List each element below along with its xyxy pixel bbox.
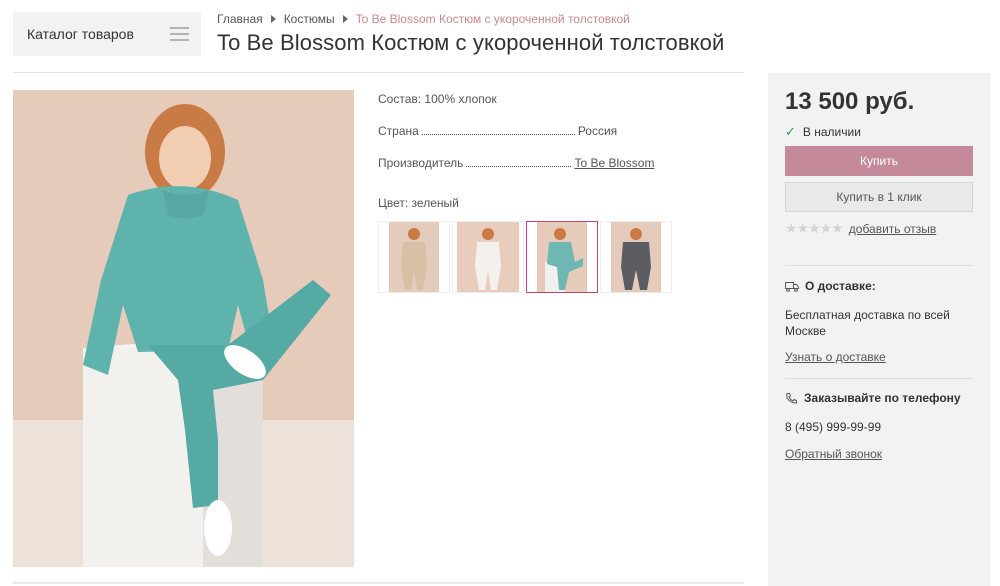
delivery-info-link[interactable]: Узнать о доставке (785, 350, 886, 364)
thumbnail-grey[interactable] (600, 221, 672, 293)
page-title: To Be Blossom Костюм с укороченной толст… (217, 30, 725, 55)
delivery-title-text: О доставке: (805, 279, 876, 293)
breadcrumb: Главная Костюмы To Be Blossom Костюм с у… (217, 12, 630, 26)
delivery-text: Бесплатная доставка по всей Москве (785, 308, 950, 338)
callback-link[interactable]: Обратный звонок (785, 447, 882, 461)
rating-row: ★★★★★ добавить отзыв (785, 220, 936, 237)
thumbnail-beige[interactable] (378, 221, 450, 293)
stock-status: ✓ В наличии (785, 124, 861, 140)
divider (13, 582, 744, 584)
buy-one-click-button[interactable]: Купить в 1 клик (785, 182, 973, 212)
thumbnail-grey-image (611, 222, 661, 292)
chevron-right-icon (342, 15, 348, 23)
add-review-link[interactable]: добавить отзыв (849, 222, 937, 236)
thumbnail-white-image (457, 222, 519, 292)
country-value: Россия (577, 124, 618, 138)
rating-stars-icon[interactable]: ★★★★★ (785, 220, 844, 237)
product-properties: Состав: 100% хлопок Страна Россия Произв… (378, 92, 678, 188)
catalog-button-label: Каталог товаров (27, 26, 134, 42)
maker-row: Производитель To Be Blossom (378, 156, 678, 188)
divider (13, 72, 744, 73)
phone-title: Заказывайте по телефону (785, 391, 961, 405)
thumbnail-green[interactable] (526, 221, 598, 293)
breadcrumb-current: To Be Blossom Костюм с укороченной толст… (355, 12, 630, 26)
chevron-right-icon (270, 15, 276, 23)
dotted-leader (466, 156, 572, 167)
catalog-button[interactable]: Каталог товаров (13, 12, 201, 56)
divider (785, 265, 973, 266)
dotted-leader (421, 124, 575, 135)
phone-title-text: Заказывайте по телефону (804, 391, 961, 405)
product-photo-illustration (13, 90, 354, 567)
composition-text: Состав: 100% хлопок (378, 92, 497, 106)
stock-text: В наличии (802, 125, 861, 139)
product-main-image[interactable] (13, 90, 354, 567)
divider (785, 378, 973, 379)
country-row: Страна Россия (378, 124, 678, 156)
truck-icon (785, 281, 799, 292)
breadcrumb-costumes[interactable]: Костюмы (284, 12, 335, 26)
thumbnail-green-image (537, 222, 587, 292)
menu-icon (170, 27, 189, 41)
maker-label: Производитель (378, 156, 464, 170)
maker-link[interactable]: To Be Blossom (574, 156, 654, 170)
color-thumbnails (378, 221, 674, 293)
breadcrumb-home[interactable]: Главная (217, 12, 263, 26)
check-icon: ✓ (785, 124, 796, 139)
phone-icon (785, 392, 798, 405)
country-label: Страна (378, 124, 419, 138)
buy-button[interactable]: Купить (785, 146, 973, 176)
thumbnail-beige-image (389, 222, 439, 292)
composition-row: Состав: 100% хлопок (378, 92, 678, 124)
color-label: Цвет: зеленый (378, 196, 459, 210)
phone-number: 8 (495) 999-99-99 (785, 420, 882, 434)
price: 13 500 руб. (785, 88, 915, 115)
delivery-title: О доставке: (785, 279, 876, 293)
thumbnail-white[interactable] (452, 221, 524, 293)
